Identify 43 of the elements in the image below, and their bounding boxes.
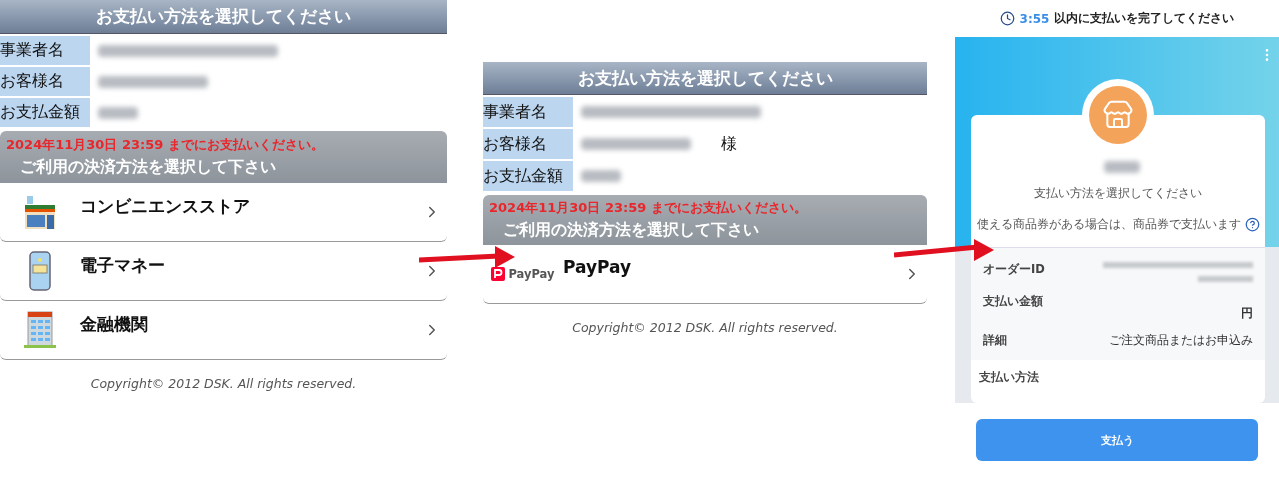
- blurred-value: [98, 106, 138, 119]
- help-icon[interactable]: [1244, 217, 1260, 232]
- info-label: お支払金額: [483, 161, 573, 191]
- info-label: 事業者名: [0, 36, 90, 65]
- payment-method-item[interactable]: 金融機関: [0, 301, 447, 360]
- method-label: 電子マネー: [80, 254, 166, 277]
- copyright-text: Copyright© 2012 DSK. All rights reserved.: [89, 376, 358, 391]
- deadline-text: 2024年11月30日 23:59 までにお支払いください。: [489, 199, 808, 217]
- method-label: コンビニエンスストア: [80, 195, 251, 218]
- deadline-text: 2024年11月30日 23:59 までにお支払いください。: [6, 136, 325, 154]
- method-label: PayPay: [563, 256, 633, 277]
- store-icon: [1102, 99, 1134, 131]
- blurred-value: [581, 170, 621, 182]
- p-mark-icon: [491, 267, 506, 281]
- detail-value: ご注文商品またはお申込み: [1109, 333, 1253, 348]
- prompt-text: 支払い方法を選択してください: [1034, 185, 1202, 202]
- info-label: お支払金額: [0, 98, 90, 127]
- detail-label: 支払い金額: [983, 294, 1043, 309]
- info-label: お客様名: [483, 129, 573, 159]
- detail-value: 円: [1241, 306, 1253, 321]
- convenience-store-icon: [23, 193, 57, 231]
- page-header: お支払い方法を選択してください: [483, 62, 927, 95]
- payment-method-item[interactable]: 電子マネー: [0, 242, 447, 301]
- section-heading: ご利用の決済方法を選択して下さい: [19, 157, 277, 178]
- detail-label: 詳細: [983, 333, 1007, 348]
- payment-method-item[interactable]: コンビニエンスストア: [0, 183, 447, 242]
- blurred-value: [1104, 161, 1140, 173]
- office-building-icon: [23, 310, 57, 350]
- logo-text: PayPay: [508, 267, 555, 281]
- method-label: 金融機関: [80, 313, 149, 336]
- info-label: 事業者名: [483, 97, 573, 127]
- clock-icon: [999, 11, 1015, 26]
- honorific-text: 様: [721, 133, 737, 155]
- countdown-time: 3:55: [1019, 11, 1050, 26]
- timer-text: 以内に支払いを完了してください: [1054, 10, 1235, 27]
- voucher-note: 使える商品券がある場合は、商品券で支払います: [976, 216, 1241, 233]
- page-header: お支払い方法を選択してください: [0, 0, 447, 34]
- copyright-text: Copyright© 2012 DSK. All rights reserved.: [571, 320, 839, 335]
- section-title: 支払い方法: [978, 369, 1040, 386]
- info-label: お客様名: [0, 67, 90, 96]
- smartphone-icon: [29, 251, 51, 291]
- detail-label: オーダーID: [983, 262, 1045, 277]
- section-heading: ご利用の決済方法を選択して下さい: [502, 220, 760, 241]
